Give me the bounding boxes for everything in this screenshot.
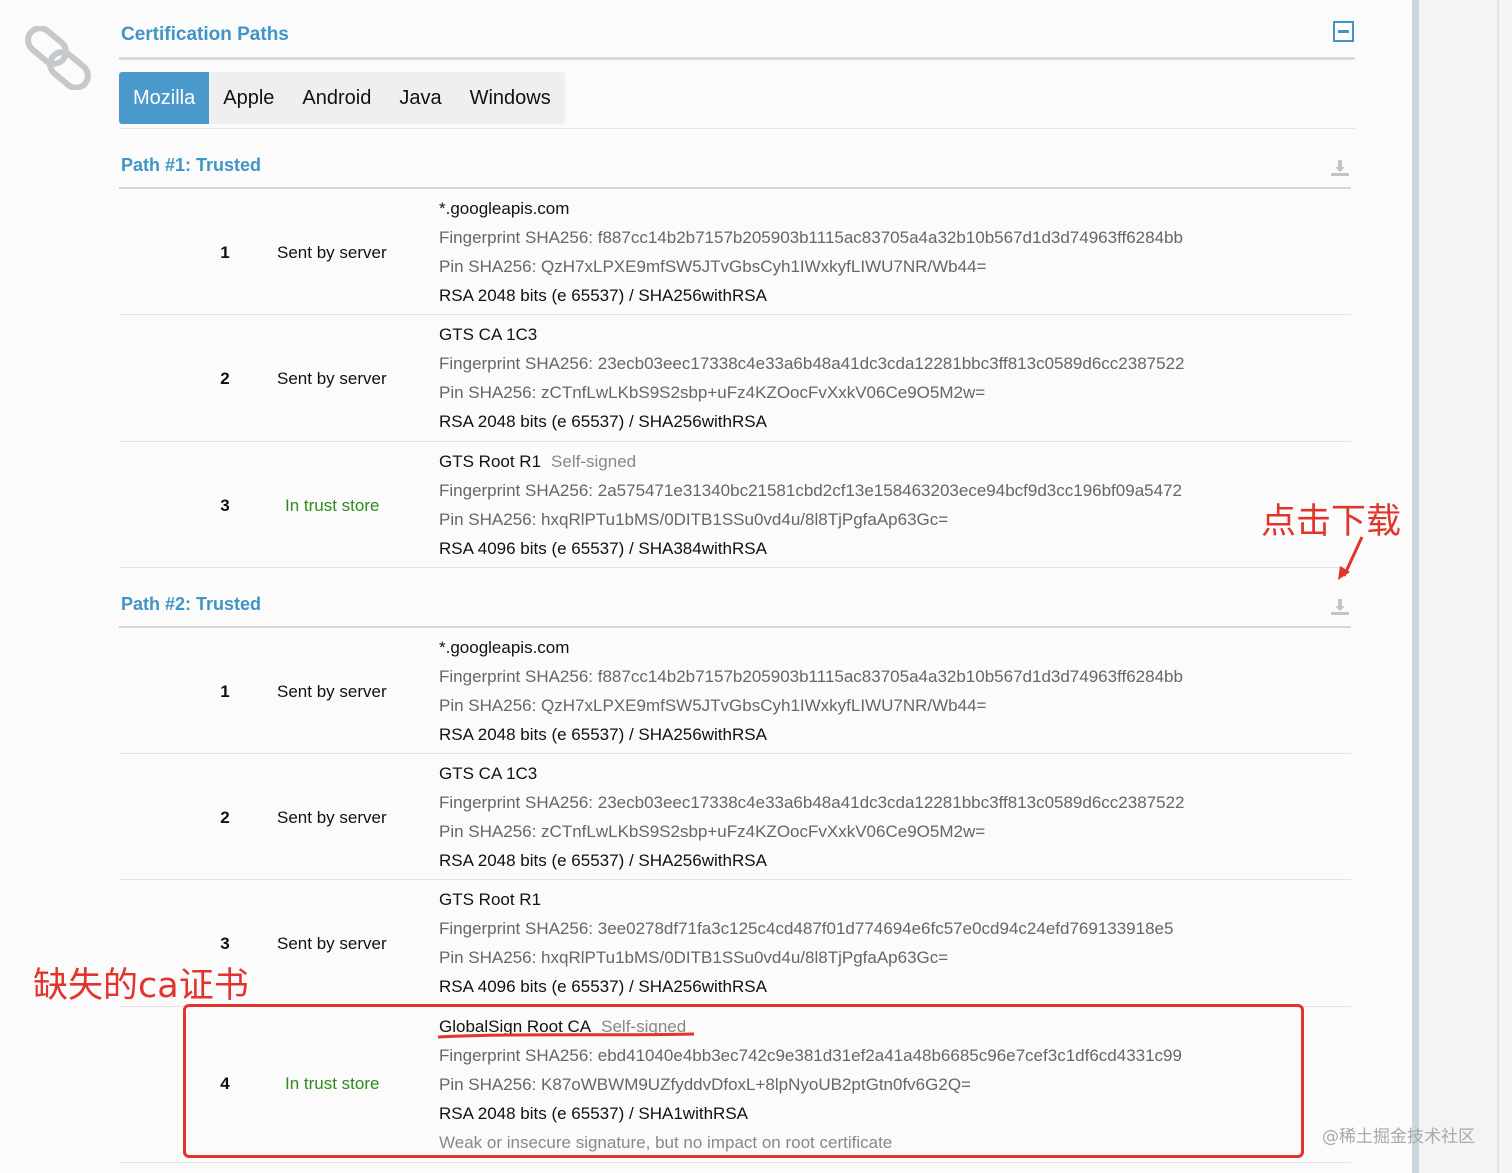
cert-pin: Pin SHA256: QzH7xLPXE9mfSW5JTvGbsCyh1IWx…: [439, 696, 987, 715]
row-divider: [119, 567, 1351, 568]
tabs-divider: [119, 128, 1355, 129]
cert-name: *.googleapis.com: [439, 638, 570, 657]
cert-details: GTS Root R1 Self-signed Fingerprint SHA25…: [439, 452, 1182, 568]
download-icon[interactable]: [1330, 158, 1350, 178]
cert-pin: Pin SHA256: hxqRlPTu1bMS/0DITB1SSu0vd4u/…: [439, 948, 949, 967]
cert-fingerprint: Fingerprint SHA256: 3ee0278df71fa3c125c4…: [439, 919, 1174, 938]
cert-status: Sent by server: [277, 808, 387, 827]
collapse-icon[interactable]: [1333, 21, 1354, 42]
annotation-highlight-box: [183, 1004, 1304, 1158]
cert-name: *.googleapis.com: [439, 199, 570, 218]
section-title: Certification Paths: [121, 24, 289, 45]
self-signed-label: Self-signed: [551, 452, 637, 471]
cert-key: RSA 2048 bits (e 65537) / SHA256withRSA: [439, 286, 767, 305]
cert-status: Sent by server: [277, 243, 387, 262]
cert-fingerprint: Fingerprint SHA256: f887cc14b2b7157b2059…: [439, 667, 1183, 686]
tab-windows[interactable]: Windows: [456, 72, 565, 124]
cert-number: 1: [220, 682, 230, 701]
cert-number: 2: [220, 369, 230, 388]
cert-details: GTS Root R1 Fingerprint SHA256: 3ee0278d…: [439, 890, 1173, 1006]
tab-mozilla[interactable]: Mozilla: [119, 72, 210, 124]
cert-name: GTS Root R1: [439, 890, 542, 909]
path-1-header: Path #1: Trusted: [121, 155, 262, 175]
cert-row: 2 Sent by server GTS CA 1C3 Fingerprint …: [119, 754, 1351, 880]
cert-fingerprint: Fingerprint SHA256: f887cc14b2b7157b2059…: [439, 228, 1183, 247]
cert-fingerprint: Fingerprint SHA256: 2a575471e31340bc2158…: [439, 481, 1182, 500]
title-divider: [119, 57, 1355, 60]
cert-name: GTS CA 1C3: [439, 764, 538, 783]
annotation-missing-ca: 缺失的ca证书: [33, 966, 249, 1006]
content-right-border: [1412, 0, 1419, 1173]
cert-status: Sent by server: [277, 369, 387, 388]
cert-status: Sent by server: [277, 682, 387, 701]
annotation-click-download: 点击下载: [1261, 502, 1402, 542]
tab-android[interactable]: Android: [288, 72, 385, 124]
cert-row: 3 In trust store GTS Root R1 Self-signed …: [119, 442, 1351, 568]
cert-number: 3: [220, 496, 230, 515]
cert-pin: Pin SHA256: zCTnfLwLKbS9S2sbp+uFz4KZOocF…: [439, 383, 986, 402]
cert-number: 2: [220, 808, 230, 827]
cert-row: 1 Sent by server *.googleapis.com Finger…: [119, 188, 1351, 314]
cert-key: RSA 2048 bits (e 65537) / SHA256withRSA: [439, 851, 767, 870]
cert-name: GTS CA 1C3: [439, 325, 538, 344]
link-chain-icon: [25, 26, 91, 90]
cert-key: RSA 4096 bits (e 65537) / SHA384withRSA: [439, 539, 767, 558]
cert-pin: Pin SHA256: QzH7xLPXE9mfSW5JTvGbsCyh1IWx…: [439, 257, 987, 276]
cert-fingerprint: Fingerprint SHA256: 23ecb03eec17338c4e33…: [439, 354, 1185, 373]
cert-status: In trust store: [285, 496, 380, 515]
cert-number: 3: [220, 934, 230, 953]
cert-row: 3 Sent by server GTS Root R1 Fingerprint…: [119, 880, 1351, 1006]
cert-fingerprint: Fingerprint SHA256: 23ecb03eec17338c4e33…: [439, 793, 1185, 812]
cert-details: *.googleapis.com Fingerprint SHA256: f88…: [439, 199, 1183, 315]
tab-apple[interactable]: Apple: [209, 72, 288, 124]
scrollbar-track[interactable]: [1497, 0, 1499, 1173]
cert-name-line: GTS Root R1 Self-signed: [439, 452, 1182, 481]
client-tabs: Mozilla Apple Android Java Windows: [119, 72, 565, 124]
download-icon[interactable]: [1330, 597, 1350, 617]
cert-number: 1: [220, 243, 230, 262]
cert-status: Sent by server: [277, 934, 387, 953]
cert-row: 2 Sent by server GTS CA 1C3 Fingerprint …: [119, 315, 1351, 441]
cert-key: RSA 2048 bits (e 65537) / SHA256withRSA: [439, 725, 767, 744]
row-divider: [119, 1162, 1351, 1163]
watermark: @稀土掘金技术社区: [1322, 1127, 1475, 1147]
path-2-header: Path #2: Trusted: [121, 594, 262, 614]
cert-details: *.googleapis.com Fingerprint SHA256: f88…: [439, 638, 1183, 754]
cert-pin: Pin SHA256: hxqRlPTu1bMS/0DITB1SSu0vd4u/…: [439, 510, 949, 529]
cert-details: GTS CA 1C3 Fingerprint SHA256: 23ecb03ee…: [439, 325, 1184, 441]
tab-java[interactable]: Java: [385, 72, 455, 124]
cert-pin: Pin SHA256: zCTnfLwLKbS9S2sbp+uFz4KZOocF…: [439, 822, 986, 841]
cert-key: RSA 4096 bits (e 65537) / SHA256withRSA: [439, 977, 767, 996]
cert-key: RSA 2048 bits (e 65537) / SHA256withRSA: [439, 412, 767, 431]
cert-details: GTS CA 1C3 Fingerprint SHA256: 23ecb03ee…: [439, 764, 1184, 880]
cert-row: 1 Sent by server *.googleapis.com Finger…: [119, 627, 1351, 753]
cert-name: GTS Root R1: [439, 452, 542, 471]
